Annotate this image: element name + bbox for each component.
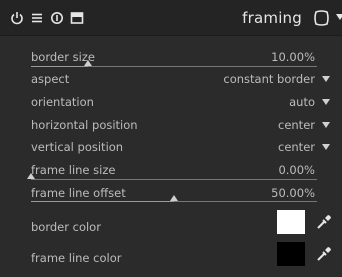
presets-menu-icon[interactable] xyxy=(313,10,330,26)
module-title: framing xyxy=(242,9,302,27)
vertical-position-combobox[interactable]: vertical position center xyxy=(0,136,342,158)
horizontal-position-value: center xyxy=(278,118,315,132)
color-picker-icon[interactable] xyxy=(315,245,333,263)
framing-module-panel: framing border size 10.00% aspect consta… xyxy=(0,0,342,277)
color-picker-icon[interactable] xyxy=(315,213,333,231)
power-icon[interactable] xyxy=(10,11,24,25)
chevron-down-icon xyxy=(322,76,330,82)
presets-icon[interactable] xyxy=(70,11,84,25)
aspect-label: aspect xyxy=(31,72,70,86)
frame-line-size-label: frame line size xyxy=(31,163,116,177)
frame-line-size-thumb[interactable] xyxy=(27,173,35,179)
frame-line-size-slider[interactable]: frame line size 0.00% xyxy=(0,159,342,181)
frame-line-offset-track[interactable] xyxy=(31,201,317,202)
aspect-value: constant border xyxy=(223,72,315,86)
chevron-down-icon xyxy=(322,144,330,150)
frame-line-color-swatch[interactable] xyxy=(277,242,305,266)
border-size-track[interactable] xyxy=(31,66,317,67)
frame-line-size-track[interactable] xyxy=(31,179,317,180)
aspect-combobox[interactable]: aspect constant border xyxy=(0,68,342,90)
chevron-down-icon xyxy=(322,99,330,105)
border-size-thumb[interactable] xyxy=(84,60,93,66)
border-color-label: border color xyxy=(31,220,101,234)
module-header[interactable]: framing xyxy=(0,0,342,36)
border-size-value: 10.00% xyxy=(271,50,315,64)
border-size-slider[interactable]: border size 10.00% xyxy=(0,46,342,68)
orientation-combobox[interactable]: orientation auto xyxy=(0,91,342,113)
vertical-position-label: vertical position xyxy=(31,140,124,154)
orientation-label: orientation xyxy=(31,95,94,109)
frame-line-color-label: frame line color xyxy=(31,251,122,265)
frame-line-offset-thumb[interactable] xyxy=(170,195,178,201)
chevron-down-icon xyxy=(322,122,330,128)
frame-line-offset-fill xyxy=(31,201,174,202)
orientation-value: auto xyxy=(289,95,315,109)
horizontal-position-combobox[interactable]: horizontal position center xyxy=(0,114,342,136)
reset-icon[interactable] xyxy=(50,11,64,25)
frame-line-offset-value: 50.00% xyxy=(271,186,315,200)
vertical-position-value: center xyxy=(278,140,315,154)
frame-line-offset-label: frame line offset xyxy=(31,186,126,200)
border-size-fill xyxy=(31,66,89,67)
border-color-swatch[interactable] xyxy=(277,210,305,234)
frame-line-size-value: 0.00% xyxy=(278,163,315,177)
horizontal-position-label: horizontal position xyxy=(31,118,138,132)
more-icon[interactable] xyxy=(336,14,342,20)
multi-instance-icon[interactable] xyxy=(30,11,44,25)
